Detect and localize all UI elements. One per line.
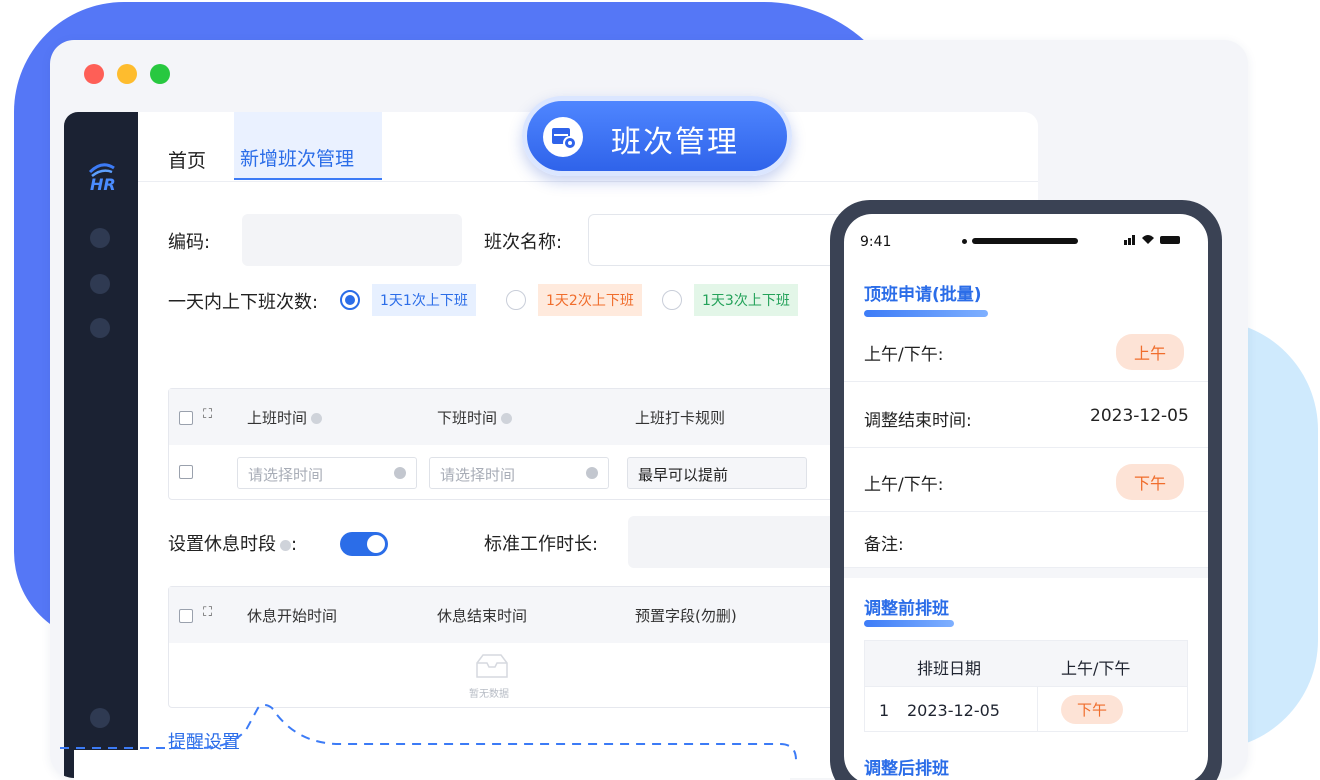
rest-period-table: ⛶ 休息开始时间 休息结束时间 预置字段(勿删) 暂无数据 <box>168 586 848 708</box>
section-divider <box>844 568 1208 578</box>
before-schedule-table: 排班日期 上午/下午 1 2023-12-05 下午 <box>864 640 1188 732</box>
calendar-gear-icon <box>543 117 583 157</box>
header-start-time: 上班时间 <box>247 407 323 428</box>
empty-text: 暂无数据 <box>469 689 509 700</box>
table-header: ⛶ 上班时间 下班时间 上班打卡规则 <box>169 389 847 445</box>
code-label: 编码: <box>168 232 211 253</box>
info-icon <box>501 413 513 424</box>
sidebar-item-3[interactable] <box>90 318 110 338</box>
option-3[interactable]: 1天3次上下班 <box>662 284 798 316</box>
badge-title: 班次管理 <box>611 125 739 160</box>
option-3-label: 1天3次上下班 <box>694 284 798 316</box>
camera-dot <box>962 239 967 244</box>
sidebar-item-2[interactable] <box>90 274 110 294</box>
table-header: ⛶ 休息开始时间 休息结束时间 预置字段(勿删) <box>169 587 847 643</box>
period-pill-pm[interactable]: 下午 <box>1116 464 1185 500</box>
minimize-window-button[interactable] <box>117 64 137 84</box>
select-all-checkbox[interactable] <box>179 609 193 623</box>
rest-period-toggle[interactable] <box>340 532 388 556</box>
checkin-rule-select[interactable]: 最早可以提前 <box>627 457 807 489</box>
svg-text:HR: HR <box>90 175 116 192</box>
header-checkin-rule: 上班打卡规则 <box>635 409 726 427</box>
phone-row-end-time[interactable]: 调整结束时间: 2023-12-05 <box>844 382 1208 448</box>
end-time-select[interactable]: 请选择时间 <box>429 457 609 489</box>
status-icons <box>1124 235 1180 245</box>
row-date: 2023-12-05 <box>907 701 1000 720</box>
expand-icon[interactable]: ⛶ <box>203 407 212 422</box>
rest-period-label: 设置休息时段: <box>168 534 298 555</box>
empty-box-icon <box>476 654 508 678</box>
option-1-label: 1天1次上下班 <box>372 284 476 316</box>
row-label: 上午/下午: <box>864 345 944 365</box>
expand-icon[interactable]: ⛶ <box>203 605 212 620</box>
shift-management-badge: 班次管理 <box>522 96 792 176</box>
hr-logo-icon: HR <box>88 163 116 192</box>
row-label: 备注: <box>864 535 904 555</box>
header-rest-end: 休息结束时间 <box>437 607 528 625</box>
info-icon <box>280 539 291 551</box>
row-index: 1 <box>879 701 890 720</box>
row-label: 上午/下午: <box>864 475 944 495</box>
before-underline <box>864 620 954 627</box>
notch-pill <box>972 238 1078 244</box>
after-schedule-title: 调整后排班 <box>864 759 949 779</box>
row-label: 调整结束时间: <box>864 411 972 431</box>
info-icon <box>311 413 323 424</box>
header-period: 上午/下午 <box>1061 659 1131 678</box>
radio-icon[interactable] <box>506 290 526 310</box>
select-all-checkbox[interactable] <box>179 411 193 425</box>
period-pill-am[interactable]: 上午 <box>1116 334 1185 370</box>
tab-home[interactable]: 首页 <box>168 146 206 173</box>
sidebar-item-1[interactable] <box>90 228 110 248</box>
maximize-window-button[interactable] <box>150 64 170 84</box>
before-schedule-title: 调整前排班 <box>864 599 949 619</box>
stage: HR 首页 新增班次管理 编码: 班次名称: 一天内上下班次数: 1天1次上下班 <box>0 0 1320 780</box>
radio-icon[interactable] <box>662 290 682 310</box>
clock-icon <box>586 467 598 479</box>
shift-name-label: 班次名称: <box>484 232 563 253</box>
status-time: 9:41 <box>860 234 892 250</box>
phone-row-period-2[interactable]: 上午/下午: 下午 <box>844 448 1208 512</box>
header-end-time: 下班时间 <box>437 407 513 428</box>
close-window-button[interactable] <box>84 64 104 84</box>
period-pill: 下午 <box>1061 695 1124 724</box>
column-divider <box>1037 687 1038 731</box>
phone-page-title: 顶班申请(批量) <box>864 285 982 305</box>
phone-row-remark[interactable]: 备注: <box>844 512 1208 568</box>
option-1[interactable]: 1天1次上下班 <box>340 284 476 316</box>
option-2-label: 1天2次上下班 <box>538 284 642 316</box>
header-date: 排班日期 <box>917 659 982 678</box>
code-input[interactable] <box>242 214 462 266</box>
header-preset-field: 预置字段(勿删) <box>635 607 737 625</box>
end-time-value: 2023-12-05 <box>1090 406 1189 426</box>
title-underline <box>864 310 988 317</box>
sidebar: HR <box>64 112 138 778</box>
window-controls <box>84 64 170 84</box>
clock-icon <box>394 467 406 479</box>
header-rest-start: 休息开始时间 <box>247 607 338 625</box>
empty-state: 暂无数据 <box>169 643 847 707</box>
table-row: 请选择时间 请选择时间 最早可以提前 <box>169 445 847 501</box>
table-header: 排班日期 上午/下午 <box>865 641 1187 687</box>
table-row: 1 2023-12-05 下午 <box>865 687 1187 731</box>
phone-row-period-1[interactable]: 上午/下午: 上午 <box>844 318 1208 382</box>
tab-new-shift[interactable]: 新增班次管理 <box>234 112 382 180</box>
row-checkbox[interactable] <box>179 465 193 479</box>
daily-count-label: 一天内上下班次数: <box>168 292 319 313</box>
standard-hours-label: 标准工作时长: <box>484 534 599 555</box>
option-2[interactable]: 1天2次上下班 <box>506 284 642 316</box>
dashed-callout <box>60 704 797 780</box>
radio-selected-icon[interactable] <box>340 290 360 310</box>
shift-time-table: ⛶ 上班时间 下班时间 上班打卡规则 请选择时间 请选择时间 最早可以提前 <box>168 388 848 500</box>
phone-mockup: 9:41 顶班申请(批量) 上午/下午: 上午 调整结束时间: 2023-12-… <box>830 200 1222 780</box>
phone-screen: 9:41 顶班申请(批量) 上午/下午: 上午 调整结束时间: 2023-12-… <box>844 214 1208 780</box>
start-time-select[interactable]: 请选择时间 <box>237 457 417 489</box>
